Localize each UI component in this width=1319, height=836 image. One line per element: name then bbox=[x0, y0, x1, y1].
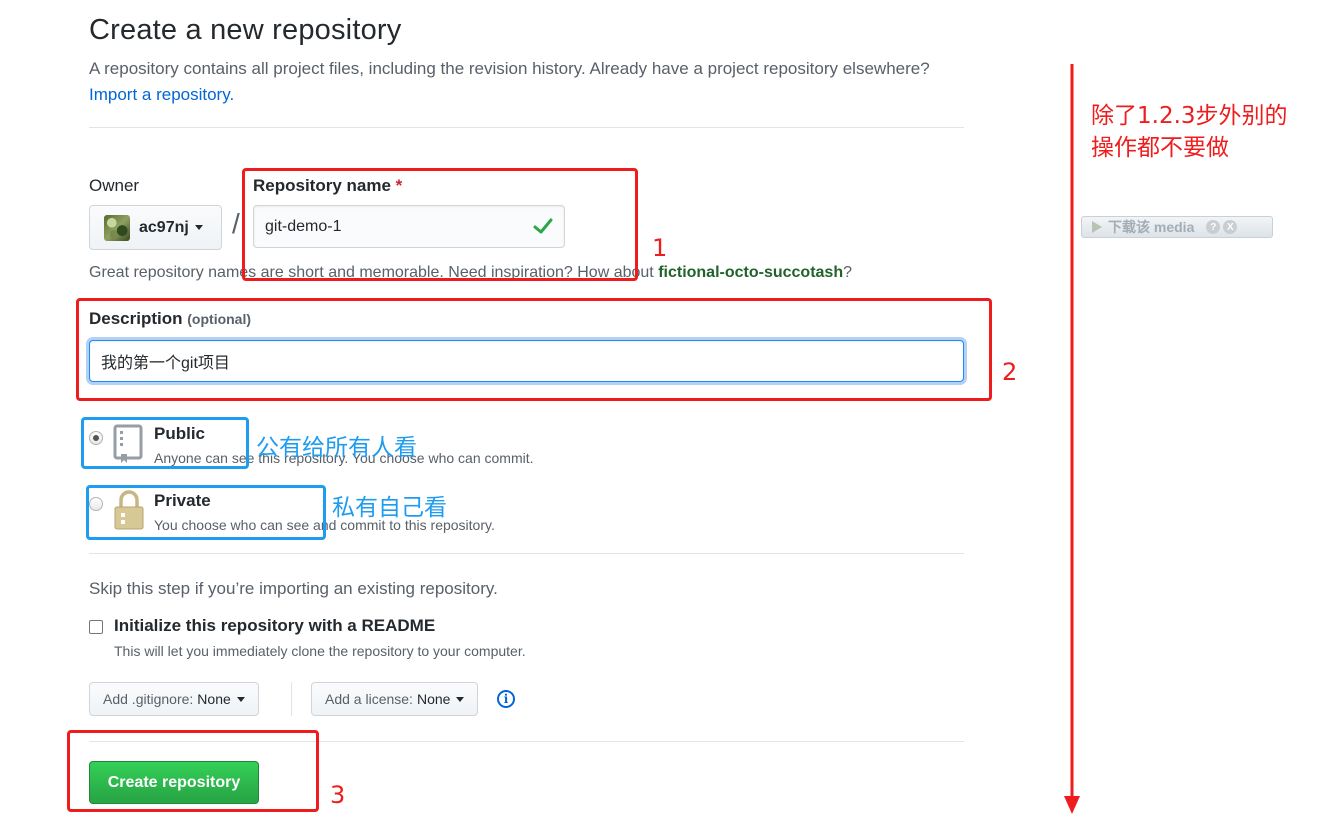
gitignore-value: None bbox=[197, 691, 231, 707]
annotation-number-2: 2 bbox=[1002, 358, 1018, 386]
owner-repo-separator: / bbox=[232, 208, 240, 239]
owner-select[interactable]: ac97nj bbox=[89, 205, 222, 250]
chevron-down-icon bbox=[456, 696, 465, 702]
owner-value: ac97nj bbox=[139, 218, 189, 236]
gitignore-prefix: Add .gitignore: bbox=[103, 691, 194, 707]
close-icon[interactable]: X bbox=[1223, 220, 1238, 234]
import-repository-link[interactable]: Import a repository. bbox=[89, 85, 234, 104]
vertical-divider bbox=[291, 682, 292, 716]
annotation-private-note: 私有自己看 bbox=[332, 495, 447, 521]
page-title: Create a new repository bbox=[89, 14, 402, 46]
media-download-label: 下载该 media bbox=[1108, 219, 1195, 235]
annotation-number-1: 1 bbox=[652, 234, 668, 262]
annotation-box-public bbox=[81, 417, 249, 469]
side-note-line2: 操作都不要做 bbox=[1091, 135, 1229, 161]
media-download-bar[interactable]: 下载该 media ? X bbox=[1081, 216, 1273, 238]
annotation-box-1 bbox=[242, 168, 638, 281]
hint-end: ? bbox=[843, 264, 852, 281]
divider bbox=[89, 553, 964, 554]
name-suggestion-link[interactable]: fictional-octo-succotash bbox=[658, 264, 843, 281]
arrow-down-icon bbox=[1064, 64, 1080, 814]
annotation-box-3 bbox=[67, 730, 319, 812]
avatar bbox=[104, 214, 130, 241]
annotation-number-3: 3 bbox=[330, 781, 346, 809]
readme-checkbox[interactable] bbox=[89, 620, 103, 634]
annotation-side-note: 除了1.2.3步外别的 操作都不要做 bbox=[1091, 100, 1288, 164]
license-value: None bbox=[416, 691, 451, 707]
info-icon[interactable]: i bbox=[497, 690, 515, 708]
readme-label[interactable]: Initialize this repository with a README bbox=[114, 616, 435, 636]
lead-text: A repository contains all project files,… bbox=[89, 59, 930, 78]
annotation-box-2 bbox=[76, 298, 992, 401]
chevron-down-icon bbox=[236, 696, 245, 702]
page-lead: A repository contains all project files,… bbox=[89, 56, 969, 108]
divider bbox=[89, 127, 964, 128]
chevron-down-icon bbox=[194, 225, 203, 230]
skip-text: Skip this step if you’re importing an ex… bbox=[89, 579, 498, 598]
owner-label: Owner bbox=[89, 176, 140, 195]
annotation-public-note: 公有给所有人看 bbox=[256, 435, 417, 461]
license-prefix: Add a license: bbox=[325, 691, 413, 707]
play-icon bbox=[1092, 221, 1102, 233]
gitignore-select[interactable]: Add .gitignore: None bbox=[89, 682, 259, 716]
readme-note: This will let you immediately clone the … bbox=[114, 643, 526, 659]
help-icon[interactable]: ? bbox=[1206, 220, 1221, 234]
side-note-line1: 除了1.2.3步外别的 bbox=[1091, 103, 1288, 129]
license-select[interactable]: Add a license: None bbox=[311, 682, 479, 716]
annotation-box-private bbox=[86, 485, 326, 540]
